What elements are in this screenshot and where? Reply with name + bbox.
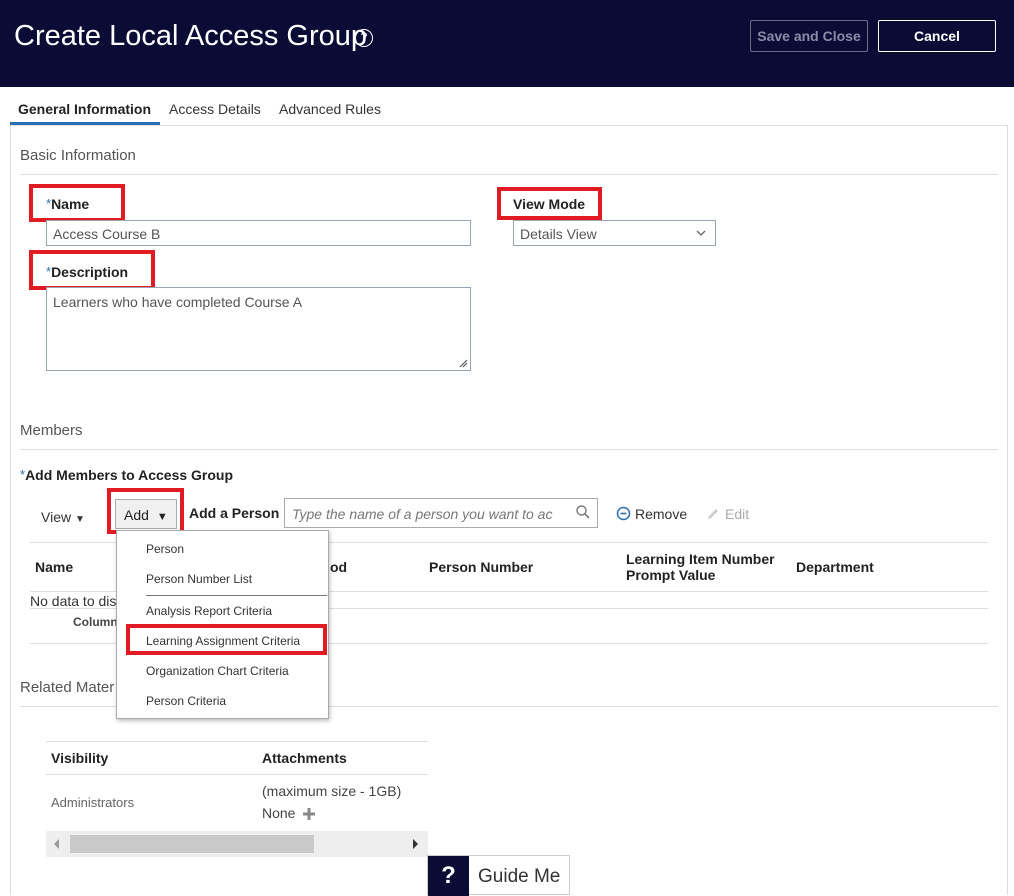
question-icon: ? <box>428 856 469 896</box>
description-label: *Description <box>46 264 129 280</box>
minus-circle-icon <box>616 506 631 521</box>
tab-advanced-rules[interactable]: Advanced Rules <box>279 101 381 117</box>
add-members-label: *Add Members to Access Group <box>20 467 234 483</box>
add-members-label-text: Add Members to Access Group <box>25 467 234 483</box>
learning-item-line2: Prompt Value <box>626 567 716 583</box>
column-header-visibility: Visibility <box>51 750 109 766</box>
menu-item-analysis-report-criteria[interactable]: Analysis Report Criteria <box>146 604 272 618</box>
add-a-person-label: Add a Person <box>189 505 280 521</box>
menu-item-person-criteria[interactable]: Person Criteria <box>146 694 226 708</box>
guide-me-label: Guide Me <box>478 866 561 887</box>
no-data-text: No data to dis <box>30 593 117 609</box>
view-menu[interactable]: View ▼ <box>41 509 85 525</box>
name-input[interactable]: Access Course B <box>46 220 471 246</box>
view-mode-value: Details View <box>520 226 597 242</box>
add-button-label: Add <box>124 507 149 523</box>
menu-item-organization-chart-criteria[interactable]: Organization Chart Criteria <box>146 664 289 678</box>
edit-button-label: Edit <box>725 506 750 522</box>
remove-button[interactable]: Remove <box>616 506 687 522</box>
person-search-input[interactable]: Type the name of a person you want to ac <box>284 498 598 528</box>
description-label-text: Description <box>51 264 129 280</box>
tab-access-details[interactable]: Access Details <box>169 101 261 117</box>
cancel-button[interactable]: Cancel <box>878 20 996 52</box>
name-label: *Name <box>46 196 90 212</box>
columns-hidden-text: Column <box>73 615 118 629</box>
view-mode-select[interactable]: Details View <box>513 220 716 246</box>
description-value: Learners who have completed Course A <box>53 294 303 310</box>
tab-general-information[interactable]: General Information <box>18 101 151 117</box>
scroll-right-icon[interactable] <box>410 831 420 857</box>
description-textarea[interactable]: Learners who have completed Course A <box>46 287 471 371</box>
attachments-table-top <box>46 741 428 742</box>
menu-item-person[interactable]: Person <box>146 542 184 556</box>
column-header-name[interactable]: Name <box>35 559 73 575</box>
remove-button-label: Remove <box>635 506 688 522</box>
view-menu-label: View <box>41 509 72 525</box>
attachment-none: None <box>262 805 316 821</box>
search-icon[interactable] <box>575 504 591 520</box>
menu-separator <box>146 595 327 596</box>
page-title: Create Local Access Group <box>14 20 368 52</box>
save-and-close-button[interactable]: Save and Close <box>750 20 868 52</box>
horizontal-scrollbar[interactable] <box>46 831 428 857</box>
column-header-person-number[interactable]: Person Number <box>429 559 533 575</box>
basic-information-heading: Basic Information <box>20 147 136 164</box>
related-materials-heading: Related Mater <box>20 679 115 696</box>
section-divider <box>20 449 998 450</box>
caret-down-icon: ▼ <box>156 511 168 523</box>
learning-item-line1: Learning Item Number <box>626 551 775 567</box>
column-header-attachments: Attachments <box>262 750 347 766</box>
person-search-placeholder: Type the name of a person you want to ac <box>292 506 553 522</box>
column-header-method[interactable]: od <box>330 559 347 575</box>
visibility-value: Administrators <box>51 795 135 810</box>
scroll-left-icon[interactable] <box>52 831 62 857</box>
name-label-text: Name <box>51 196 90 212</box>
edit-button[interactable]: Edit <box>706 506 749 522</box>
pencil-icon <box>708 509 718 519</box>
page-header: Create Local Access Group ? Save and Clo… <box>0 0 1014 87</box>
max-size-text: (maximum size - 1GB) <box>262 783 402 799</box>
none-label: None <box>262 805 296 821</box>
help-icon[interactable]: ? <box>355 29 373 47</box>
column-header-department[interactable]: Department <box>796 559 874 575</box>
add-attachment-icon[interactable] <box>302 807 316 821</box>
attachments-table-header-border <box>46 774 428 775</box>
members-heading: Members <box>20 422 83 439</box>
resize-handle-icon[interactable] <box>458 358 468 368</box>
scrollbar-thumb[interactable] <box>70 835 314 853</box>
chevron-down-icon <box>696 230 706 236</box>
menu-item-person-number-list[interactable]: Person Number List <box>146 572 252 586</box>
learning-assignment-highlight <box>126 624 327 655</box>
column-header-learning-item[interactable]: Learning Item Number Prompt Value <box>626 551 775 583</box>
add-button[interactable]: Add ▼ <box>115 499 177 529</box>
section-divider <box>20 174 998 175</box>
guide-me-button[interactable]: ? Guide Me <box>427 855 570 896</box>
caret-down-icon: ▼ <box>74 514 85 525</box>
view-mode-label: View Mode <box>513 196 586 212</box>
